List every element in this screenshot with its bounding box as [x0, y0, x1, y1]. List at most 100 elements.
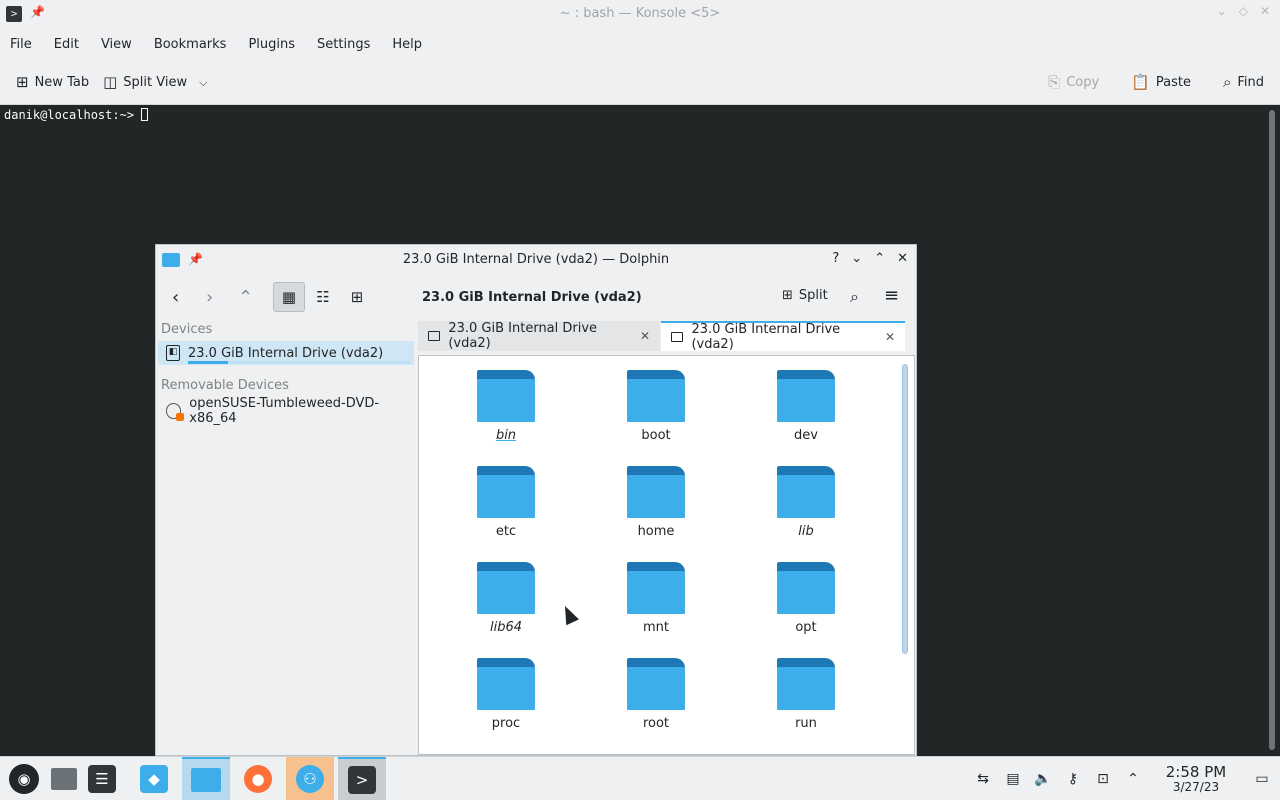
- taskbar-system-settings[interactable]: ☰: [78, 757, 126, 800]
- new-tab-button[interactable]: ⊞ New Tab: [16, 74, 90, 90]
- close-icon[interactable]: ✕: [897, 251, 908, 266]
- back-icon[interactable]: ‹: [172, 287, 179, 308]
- folder-label: mnt: [643, 620, 669, 635]
- search-icon[interactable]: ⌕: [850, 287, 859, 307]
- devices-heading: Devices: [161, 322, 213, 337]
- compact-view-button[interactable]: ☷: [307, 282, 339, 312]
- paste-button[interactable]: 📋 Paste: [1131, 75, 1191, 91]
- copy-button[interactable]: ⎘ Copy: [1048, 75, 1099, 91]
- forward-icon[interactable]: ›: [206, 287, 213, 308]
- folder-label: lib64: [489, 620, 523, 635]
- folder-item[interactable]: bin: [446, 356, 566, 452]
- folder-icon: [477, 370, 535, 422]
- taskbar-konsole[interactable]: >: [338, 757, 386, 800]
- split-view-label: Split View: [123, 74, 188, 90]
- menu-view[interactable]: View: [101, 37, 132, 52]
- maximize-icon[interactable]: ⌃: [874, 251, 885, 266]
- digital-clock[interactable]: 2:58 PM 3/27/23: [1148, 764, 1244, 794]
- help-icon[interactable]: ?: [832, 251, 839, 266]
- folder-icon: [477, 562, 535, 614]
- folder-item[interactable]: lib: [746, 452, 866, 548]
- split-button[interactable]: ⊞ Split: [782, 288, 828, 303]
- sidebar-item-opensuse-dvd[interactable]: openSUSE-Tumbleweed-DVD-x86_64: [158, 396, 414, 426]
- folder-icon: [671, 332, 684, 342]
- new-tab-label: New Tab: [34, 74, 90, 90]
- file-view[interactable]: bin boot dev etc home lib lib64 mnt opt proc root r…: [418, 355, 915, 755]
- terminal-scrollbar[interactable]: [1269, 110, 1275, 750]
- search-icon: ⌕: [1222, 73, 1232, 91]
- tab-bar: 23.0 GiB Internal Drive (vda2) ✕ 23.0 Gi…: [418, 321, 906, 353]
- network-share-icon[interactable]: ⇆: [968, 771, 998, 787]
- folder-label: etc: [495, 524, 517, 539]
- taskbar-firefox[interactable]: ●: [234, 757, 282, 800]
- folder-icon: [777, 370, 835, 422]
- menu-plugins[interactable]: Plugins: [248, 37, 295, 52]
- split-view-button[interactable]: ◫ Split View ⌵: [103, 74, 207, 90]
- tab-label: 23.0 GiB Internal Drive (vda2): [691, 322, 841, 352]
- opensuse-logo-icon: ◉: [9, 764, 39, 794]
- file-view-scrollbar[interactable]: [902, 364, 908, 654]
- folder-label: dev: [794, 428, 818, 443]
- folder-item[interactable]: opt: [746, 548, 866, 644]
- taskbar-users[interactable]: ⚇: [286, 757, 334, 800]
- folder-icon: [191, 768, 221, 792]
- volume-icon[interactable]: 🔈: [1028, 771, 1058, 787]
- clipboard-icon[interactable]: ▤: [998, 771, 1028, 787]
- optical-disc-icon: [166, 403, 185, 421]
- up-icon[interactable]: ⌃: [238, 287, 253, 308]
- network-wired-icon[interactable]: ⊡: [1088, 771, 1118, 787]
- folder-item[interactable]: mnt: [596, 548, 716, 644]
- folder-label: home: [637, 524, 675, 539]
- drive-usage-bar: [188, 361, 410, 364]
- menu-help[interactable]: Help: [392, 37, 422, 52]
- folder-label: root: [642, 716, 670, 731]
- close-tab-icon[interactable]: ✕: [885, 330, 895, 344]
- chevron-up-icon[interactable]: ⌃: [1118, 771, 1148, 787]
- location-label[interactable]: 23.0 GiB Internal Drive (vda2): [422, 290, 642, 305]
- konsole-titlebar[interactable]: > 📌 ~ : bash — Konsole <5> ⌄ ◇ ✕: [0, 0, 1280, 28]
- chevron-down-icon[interactable]: ⌵: [199, 77, 207, 88]
- tab-drive-1[interactable]: 23.0 GiB Internal Drive (vda2) ✕: [418, 321, 660, 351]
- tab-label: 23.0 GiB Internal Drive (vda2): [448, 321, 598, 351]
- sidebar-item-internal-drive[interactable]: ◧ 23.0 GiB Internal Drive (vda2): [158, 341, 414, 365]
- find-button[interactable]: ⌕ Find: [1222, 73, 1264, 91]
- folder-label: proc: [491, 716, 521, 731]
- folder-item[interactable]: run: [746, 644, 866, 740]
- icons-view-button[interactable]: ▦: [273, 282, 305, 312]
- folder-item[interactable]: dev: [746, 356, 866, 452]
- minimize-icon[interactable]: ⌄: [851, 251, 862, 266]
- folder-item[interactable]: lib64: [446, 548, 566, 644]
- tree-icon: ⊞: [350, 288, 364, 306]
- tab-drive-2[interactable]: 23.0 GiB Internal Drive (vda2) ✕: [661, 321, 905, 352]
- hamburger-menu-icon[interactable]: ≡: [884, 285, 899, 306]
- folder-item[interactable]: root: [596, 644, 716, 740]
- taskbar-discover[interactable]: ◆: [130, 757, 178, 800]
- minimize-icon[interactable]: ⌄: [1217, 4, 1227, 18]
- menu-file[interactable]: File: [10, 37, 32, 52]
- close-tab-icon[interactable]: ✕: [640, 329, 650, 343]
- dolphin-window-buttons: ? ⌄ ⌃ ✕: [832, 251, 908, 266]
- menu-edit[interactable]: Edit: [54, 37, 79, 52]
- system-tray: ⇆ ▤ 🔈 ⚷ ⊡ ⌃ 2:58 PM 3/27/23 ▭: [968, 757, 1280, 800]
- sidebar-item-label: 23.0 GiB Internal Drive (vda2): [188, 345, 384, 361]
- menu-settings[interactable]: Settings: [317, 37, 370, 52]
- dolphin-titlebar[interactable]: 📌 23.0 GiB Internal Drive (vda2) — Dolph…: [156, 245, 916, 275]
- maximize-icon[interactable]: ◇: [1239, 4, 1248, 18]
- settings-sliders-icon: ☰: [88, 765, 116, 793]
- terminal-prompt: danik@localhost:~>: [4, 108, 135, 122]
- menu-bookmarks[interactable]: Bookmarks: [154, 37, 227, 52]
- folder-label: bin: [495, 428, 517, 443]
- close-icon[interactable]: ✕: [1260, 4, 1270, 18]
- folder-item[interactable]: home: [596, 452, 716, 548]
- folder-item[interactable]: proc: [446, 644, 566, 740]
- details-view-button[interactable]: ⊞: [341, 282, 373, 312]
- show-desktop-icon[interactable]: ▭: [1244, 771, 1280, 787]
- folder-item[interactable]: boot: [596, 356, 716, 452]
- taskbar-dolphin[interactable]: [182, 757, 230, 800]
- folder-item[interactable]: etc: [446, 452, 566, 548]
- places-panel: Devices ◧ 23.0 GiB Internal Drive (vda2)…: [156, 319, 416, 755]
- firefox-icon: ●: [244, 765, 272, 793]
- folder-label: boot: [641, 428, 671, 443]
- usb-device-icon[interactable]: ⚷: [1058, 771, 1088, 787]
- dolphin-toolbar: ‹ › ⌃ ▦ ☷ ⊞ 23.0 GiB Internal Drive (vda…: [156, 275, 916, 319]
